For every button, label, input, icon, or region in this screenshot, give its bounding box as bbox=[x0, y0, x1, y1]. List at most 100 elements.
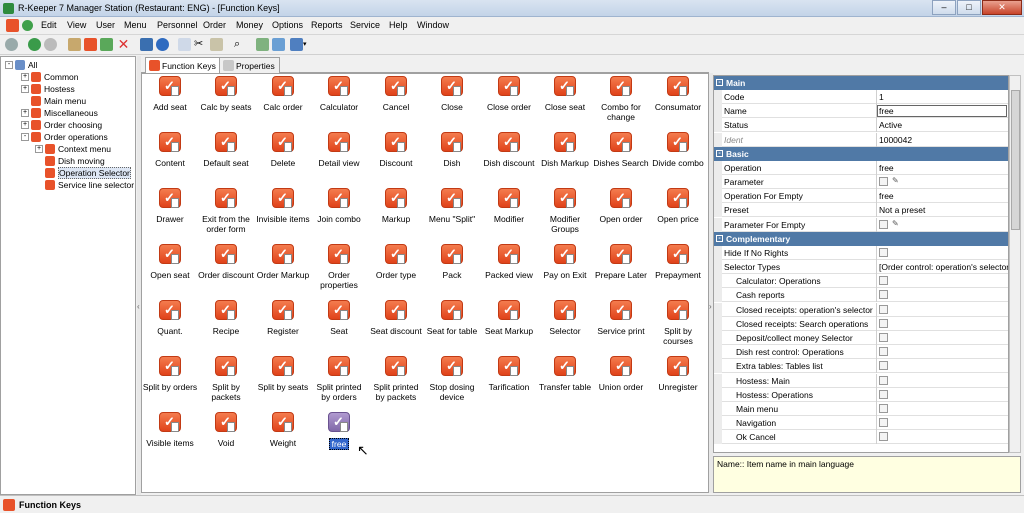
property-row[interactable]: Ok Cancel bbox=[714, 430, 1008, 445]
function-key[interactable]: Content bbox=[142, 132, 198, 168]
function-key[interactable]: Service print bbox=[593, 300, 649, 336]
function-key[interactable]: Register bbox=[255, 300, 311, 336]
function-key[interactable]: Split by packets bbox=[198, 356, 254, 402]
save-icon[interactable] bbox=[140, 38, 153, 51]
property-checkbox[interactable] bbox=[879, 318, 888, 328]
property-row[interactable]: Code 1 bbox=[714, 90, 1008, 104]
property-row[interactable]: Cash reports bbox=[714, 288, 1008, 303]
tree-item[interactable]: + Context menu bbox=[35, 143, 111, 155]
function-key[interactable]: Markup bbox=[368, 188, 424, 224]
list-icon[interactable] bbox=[68, 38, 81, 51]
collapse-icon[interactable]: - bbox=[716, 79, 723, 86]
new-item-icon[interactable] bbox=[84, 38, 97, 51]
function-key[interactable]: Unregister bbox=[650, 356, 706, 392]
function-key[interactable]: Split printed by orders bbox=[311, 356, 367, 402]
property-checkbox[interactable] bbox=[879, 389, 888, 399]
function-key[interactable]: Dish Markup bbox=[537, 132, 593, 168]
function-key[interactable]: Prepayment bbox=[650, 244, 706, 280]
tree-item[interactable]: + Hostess bbox=[21, 83, 75, 95]
property-checkbox[interactable] bbox=[879, 304, 888, 314]
tree-item[interactable]: + Miscellaneous bbox=[21, 107, 98, 119]
property-checkbox[interactable] bbox=[879, 432, 888, 442]
tree-item[interactable]: +Main menu bbox=[21, 95, 86, 107]
function-key[interactable]: Prepare Later bbox=[593, 244, 649, 280]
property-row[interactable]: Extra tables: Tables list bbox=[714, 359, 1008, 374]
function-key[interactable]: Seat for table bbox=[424, 300, 480, 336]
function-key[interactable]: Pack bbox=[424, 244, 480, 280]
property-value[interactable]: 1 bbox=[879, 92, 1008, 102]
property-value[interactable]: [Order control: operation's selector, I bbox=[879, 262, 1008, 272]
edit-pencil-icon[interactable]: ✎ bbox=[892, 219, 899, 228]
menu-edit[interactable]: Edit bbox=[41, 20, 57, 30]
menu-money[interactable]: Money bbox=[236, 20, 263, 30]
function-key[interactable]: Selector bbox=[537, 300, 593, 336]
function-key[interactable]: Modifier Groups bbox=[537, 188, 593, 234]
expand-icon[interactable]: + bbox=[35, 145, 43, 153]
property-group[interactable]: - Basic bbox=[714, 146, 1008, 161]
property-checkbox[interactable] bbox=[879, 333, 888, 342]
property-checkbox[interactable] bbox=[879, 375, 888, 385]
tree-item[interactable]: +Service line selector bbox=[35, 179, 134, 191]
function-key[interactable]: Split by orders bbox=[142, 356, 198, 392]
menu-service[interactable]: Service bbox=[350, 20, 380, 30]
property-row[interactable]: Hide If No Rights bbox=[714, 245, 1008, 260]
function-key[interactable]: Dish discount bbox=[481, 132, 537, 168]
function-key[interactable]: Detail view bbox=[311, 132, 367, 168]
function-key[interactable]: Seat Markup bbox=[481, 300, 537, 336]
function-key[interactable]: Calculator bbox=[311, 76, 367, 112]
tree-item[interactable]: +Operation Selector bbox=[35, 167, 131, 179]
function-key[interactable]: Calc order bbox=[255, 76, 311, 112]
menu-reports[interactable]: Reports bbox=[311, 20, 343, 30]
tab-properties[interactable]: Properties bbox=[219, 57, 280, 73]
property-row[interactable]: Dish rest control: Operations bbox=[714, 345, 1008, 360]
tree-item[interactable]: + Order choosing bbox=[21, 119, 102, 131]
function-key[interactable]: Cancel bbox=[368, 76, 424, 112]
maximize-button[interactable]: □ bbox=[957, 0, 981, 15]
copy-icon[interactable] bbox=[178, 38, 191, 51]
property-row[interactable]: Hostess: Operations bbox=[714, 387, 1008, 402]
property-row[interactable]: Closed receipts: operation's selector bbox=[714, 302, 1008, 317]
function-key[interactable]: Join combo bbox=[311, 188, 367, 224]
collapse-icon[interactable]: - bbox=[716, 149, 723, 157]
function-key[interactable]: Dishes Search bbox=[593, 132, 649, 168]
properties-scrollbar[interactable] bbox=[1009, 75, 1021, 453]
function-key[interactable]: Order Markup bbox=[255, 244, 311, 280]
function-key[interactable]: Close bbox=[424, 76, 480, 112]
function-key[interactable]: Drawer bbox=[142, 188, 198, 224]
property-checkbox[interactable] bbox=[879, 404, 888, 413]
function-key[interactable]: Seat discount bbox=[368, 300, 424, 336]
function-key[interactable]: Order discount bbox=[198, 244, 254, 280]
property-row[interactable]: Ident 1000042 bbox=[714, 132, 1008, 147]
import-icon[interactable] bbox=[272, 38, 285, 51]
function-key[interactable]: Menu "Split" bbox=[424, 188, 480, 224]
property-value[interactable]: free bbox=[879, 163, 1008, 173]
function-key[interactable]: Visible items bbox=[142, 412, 198, 448]
property-row[interactable]: Parameter For Empty ✎ bbox=[714, 217, 1008, 232]
back-icon[interactable] bbox=[28, 38, 41, 51]
function-key[interactable]: Divide combo bbox=[650, 132, 706, 168]
view-mode-icon[interactable] bbox=[290, 38, 303, 51]
function-key[interactable]: Discount bbox=[368, 132, 424, 168]
refresh-icon[interactable] bbox=[5, 38, 18, 51]
function-key[interactable]: Close order bbox=[481, 76, 537, 112]
chevron-down-icon[interactable]: ▾ bbox=[303, 38, 311, 51]
paste-icon[interactable] bbox=[210, 38, 223, 51]
function-key[interactable]: Quant. bbox=[142, 300, 198, 336]
function-key[interactable]: Calc by seats bbox=[198, 76, 254, 112]
property-row[interactable]: Operation For Empty free bbox=[714, 189, 1008, 204]
expand-icon[interactable]: + bbox=[21, 85, 29, 93]
function-key[interactable]: Pay on Exit bbox=[537, 244, 593, 280]
property-row[interactable]: Parameter ✎ bbox=[714, 175, 1008, 189]
tree-item[interactable]: + Common bbox=[21, 71, 78, 83]
tree-item[interactable]: - Order operations bbox=[21, 131, 108, 143]
menu-options[interactable]: Options bbox=[272, 20, 303, 30]
property-group[interactable]: - Complementary bbox=[714, 231, 1008, 246]
close-button[interactable]: ✕ bbox=[982, 0, 1022, 15]
function-key[interactable]: Open order bbox=[593, 188, 649, 224]
function-key[interactable]: Split by seats bbox=[255, 356, 311, 392]
function-key[interactable]: Open seat bbox=[142, 244, 198, 280]
function-key[interactable]: Seat bbox=[311, 300, 367, 336]
expand-icon[interactable]: + bbox=[21, 109, 29, 117]
collapse-icon[interactable]: - bbox=[716, 234, 723, 242]
export-icon[interactable] bbox=[256, 38, 269, 51]
